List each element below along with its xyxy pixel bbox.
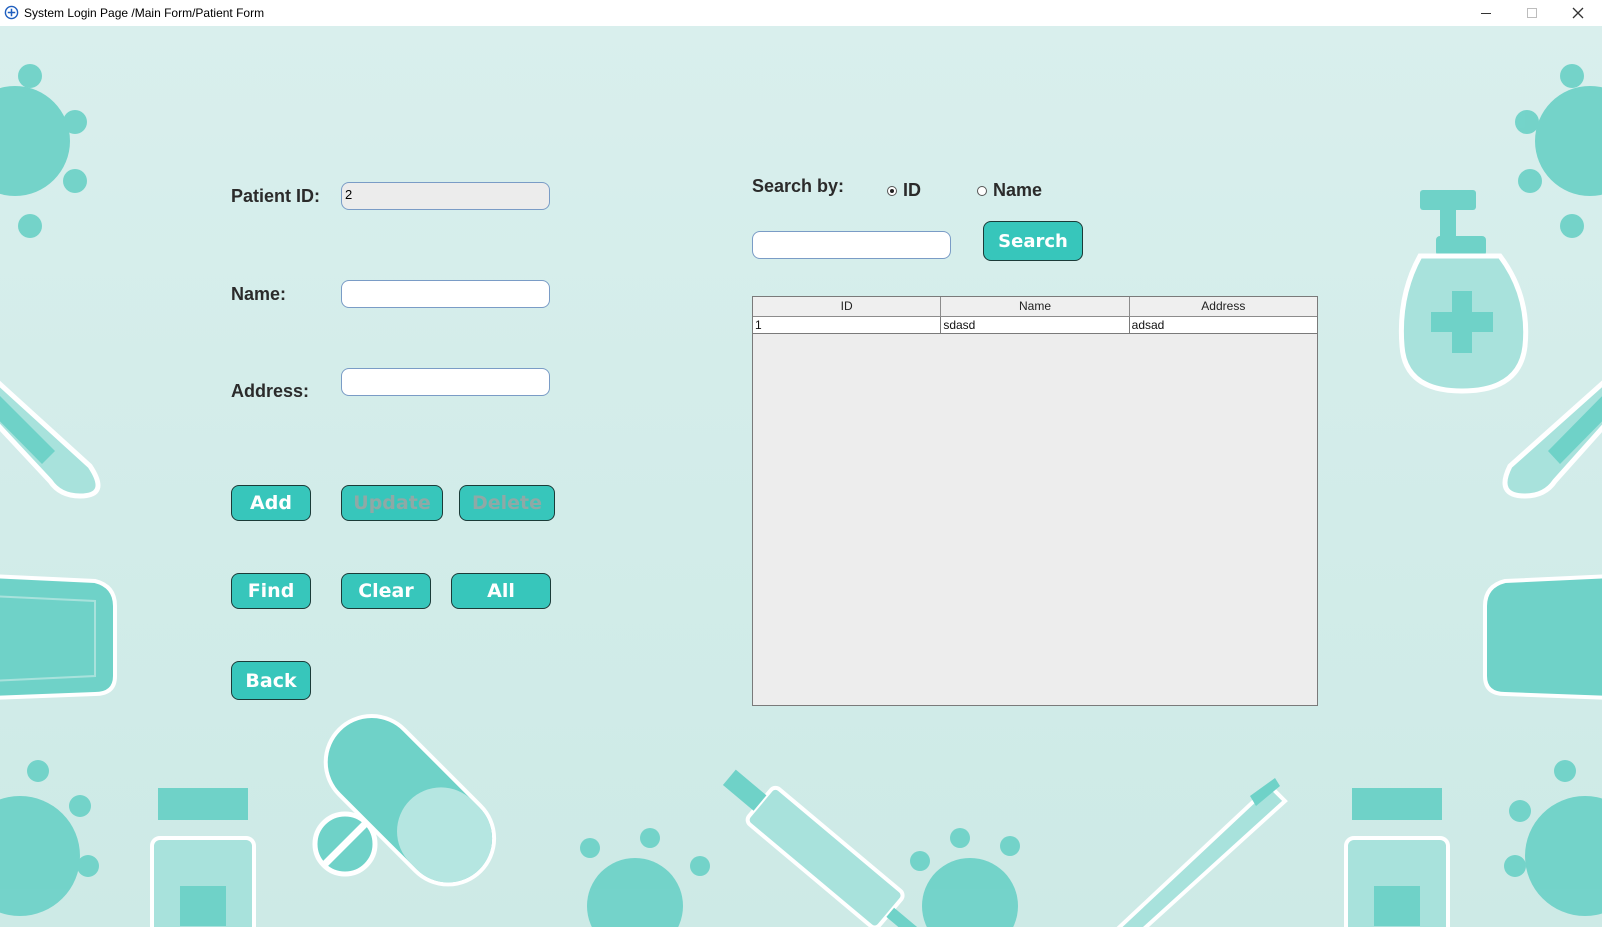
- title-bar: System Login Page /Main Form/Patient For…: [0, 0, 1602, 27]
- window-title: System Login Page /Main Form/Patient For…: [24, 6, 265, 20]
- patients-table[interactable]: ID Name Address 1 sdasd adsad: [752, 296, 1318, 706]
- name-field[interactable]: [341, 280, 550, 308]
- search-button[interactable]: Search: [983, 221, 1083, 261]
- patient-id-field[interactable]: 2: [341, 182, 550, 210]
- search-input[interactable]: [752, 231, 951, 259]
- address-field[interactable]: [341, 368, 550, 396]
- minimize-icon: [1481, 13, 1491, 14]
- name-label: Name:: [231, 284, 287, 304]
- clear-button[interactable]: Clear: [341, 573, 431, 609]
- radio-unselected-icon: [977, 185, 987, 196]
- radio-selected-icon: [887, 185, 897, 196]
- find-button[interactable]: Find: [231, 573, 311, 609]
- cell-name[interactable]: sdasd: [941, 317, 1130, 333]
- radio-id-label: ID: [903, 180, 921, 200]
- column-header-name[interactable]: Name: [941, 297, 1130, 316]
- minimize-button[interactable]: [1464, 0, 1508, 26]
- radio-name-label: Name: [993, 180, 1043, 200]
- maximize-icon: [1527, 8, 1537, 18]
- patient-id-label: Patient ID:: [231, 186, 321, 206]
- delete-button[interactable]: Delete: [459, 485, 555, 521]
- patient-form-panel: Patient ID: 2 Name: Address: Add Update …: [0, 26, 1602, 927]
- add-button[interactable]: Add: [231, 485, 311, 521]
- column-header-id[interactable]: ID: [753, 297, 942, 316]
- update-button[interactable]: Update: [341, 485, 443, 521]
- app-icon: [4, 5, 19, 20]
- address-label: Address:: [231, 381, 310, 401]
- maximize-button[interactable]: [1510, 0, 1554, 26]
- cell-id[interactable]: 1: [753, 317, 942, 333]
- radio-search-id[interactable]: ID: [887, 180, 921, 201]
- close-icon: [1572, 7, 1584, 19]
- close-button[interactable]: [1556, 0, 1600, 26]
- column-header-address[interactable]: Address: [1130, 297, 1317, 316]
- table-row[interactable]: 1 sdasd adsad: [753, 317, 1317, 334]
- cell-address[interactable]: adsad: [1130, 317, 1317, 333]
- radio-search-name[interactable]: Name: [977, 180, 1042, 201]
- search-by-label: Search by:: [752, 176, 845, 196]
- all-button[interactable]: All: [451, 573, 551, 609]
- table-header: ID Name Address: [753, 297, 1317, 317]
- back-button[interactable]: Back: [231, 661, 311, 700]
